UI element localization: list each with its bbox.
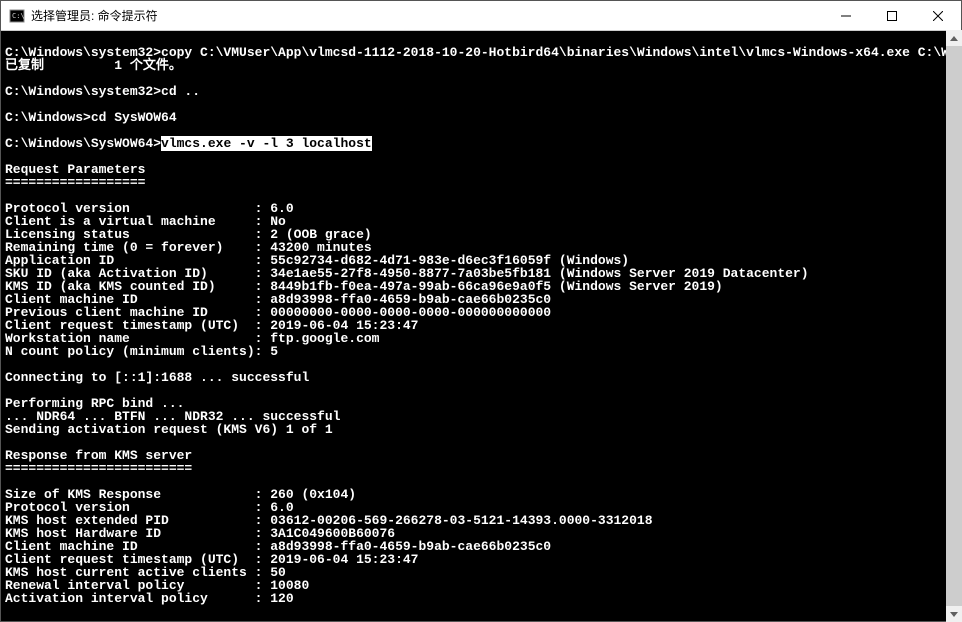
terminal-line: Connecting to [::1]:1688 ... successful	[5, 370, 309, 385]
terminal-line: ==================	[5, 175, 145, 190]
terminal-output[interactable]: C:\Windows\system32>copy C:\VMUser\App\v…	[1, 31, 961, 621]
terminal-line: Activation interval policy : 120	[5, 591, 294, 606]
terminal-line: C:\Windows\SysWOW64>vlmcs.exe -v -l 3 lo…	[5, 136, 372, 151]
scrollbar[interactable]	[946, 30, 962, 622]
window-title: 选择管理员: 命令提示符	[31, 7, 823, 24]
highlighted-command: vlmcs.exe -v -l 3 localhost	[161, 136, 372, 151]
window-controls	[823, 1, 961, 30]
svg-text:C:\: C:\	[12, 12, 25, 20]
terminal-line: C:\Windows>cd SysWOW64	[5, 110, 177, 125]
terminal-line: 已复制 1 个文件。	[5, 58, 182, 73]
scrollbar-thumb[interactable]	[946, 46, 962, 606]
cmd-window: C:\ 选择管理员: 命令提示符 C:\Windows\system32>cop…	[0, 0, 962, 622]
titlebar[interactable]: C:\ 选择管理员: 命令提示符	[1, 1, 961, 31]
close-button[interactable]	[915, 1, 961, 30]
scroll-down-button[interactable]	[946, 606, 962, 622]
terminal-line: ========================	[5, 461, 192, 476]
maximize-button[interactable]	[869, 1, 915, 30]
terminal-line: C:\Windows\system32>cd ..	[5, 84, 200, 99]
scrollbar-track[interactable]	[946, 46, 962, 606]
minimize-button[interactable]	[823, 1, 869, 30]
cmd-icon: C:\	[9, 8, 25, 24]
scroll-up-button[interactable]	[946, 30, 962, 46]
terminal-line: Sending activation request (KMS V6) 1 of…	[5, 422, 333, 437]
terminal-line: N count policy (minimum clients): 5	[5, 344, 278, 359]
